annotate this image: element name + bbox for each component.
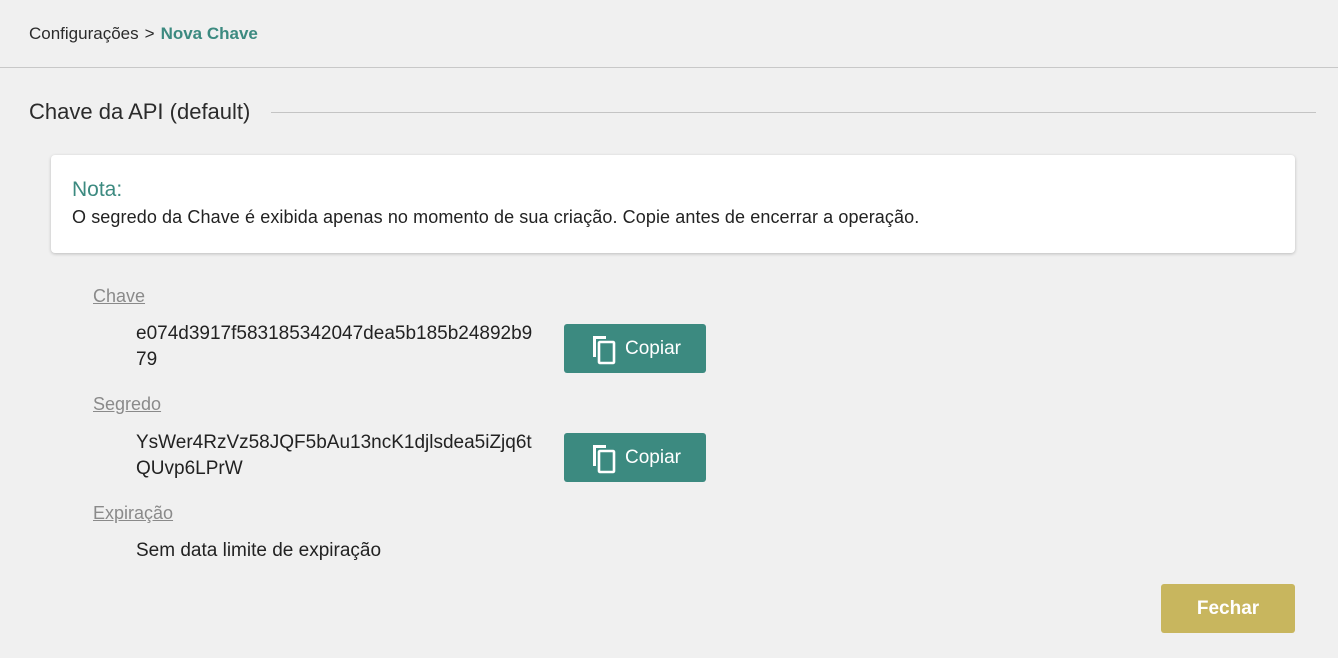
breadcrumb-current: Nova Chave (160, 23, 258, 43)
breadcrumb: Configurações > Nova Chave (29, 24, 258, 44)
note-text: O segredo da Chave é exibida apenas no m… (72, 207, 920, 227)
expiration-label: Expiração (93, 503, 174, 523)
section-header: Chave da API (default) (29, 96, 1316, 128)
copy-key-label: Copiar (625, 337, 681, 359)
section-title: Chave da API (default) (29, 99, 251, 124)
secret-label: Segredo (93, 394, 162, 414)
copy-icon (589, 442, 617, 474)
copy-key-button[interactable]: Copiar (564, 324, 706, 373)
note-title: Nota: (72, 178, 123, 201)
note-card: Nota: O segredo da Chave é exibida apena… (51, 155, 1295, 253)
breadcrumb-parent[interactable]: Configurações (29, 24, 139, 43)
breadcrumb-separator: > (144, 23, 155, 43)
key-value: e074d3917f583185342047dea5b185b24892b979 (136, 323, 533, 370)
key-label: Chave (93, 286, 146, 306)
copy-icon (589, 333, 617, 365)
close-button[interactable]: Fechar (1161, 584, 1295, 633)
copy-secret-button[interactable]: Copiar (564, 433, 706, 482)
copy-secret-label: Copiar (625, 446, 681, 468)
expiration-value: Sem data limite de expiração (136, 540, 382, 561)
section-divider (271, 111, 1316, 113)
top-bar: Configurações > Nova Chave (0, 0, 1338, 68)
secret-value: YsWer4RzVz58JQF5bAu13ncK1djlsdea5iZjq6tQ… (136, 432, 532, 479)
